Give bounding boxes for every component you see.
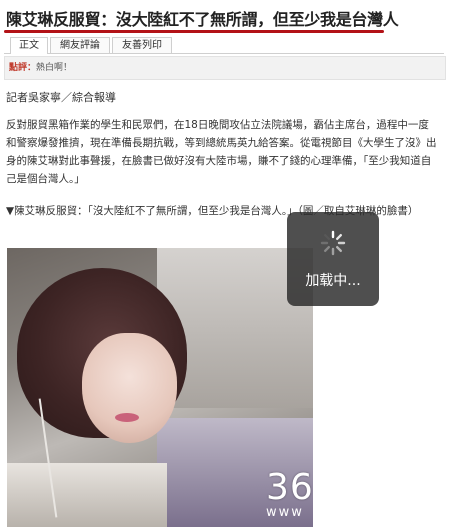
article-byline: 記者吳家寧／綜合報導 [6,91,116,104]
watermark-brand: 36 [266,467,314,508]
article-paragraph: 反對服貿黑箱作業的學生和民眾們，在18日晚間攻佔立法院議場，霸佔主席台，過程中一… [6,119,437,185]
headline-underline [4,30,384,33]
photo-face [82,333,177,443]
tab-main-text[interactable]: 正文 [10,37,48,54]
hot-comment-bar: 點評：熱白啊！ [4,56,446,80]
article-headline: 陳艾琳反服貿：沒大陸紅不了無所謂，但至少我是台灣人 [6,10,399,29]
loading-overlay: 加载中... [287,212,379,306]
hot-comment-text: 熱白啊！ [36,63,73,73]
photo-desk [7,463,167,527]
watermark-url: www [266,505,304,520]
tab-print[interactable]: 友善列印 [112,37,172,53]
tab-comments[interactable]: 網友評論 [50,37,110,53]
photo-lips [115,413,139,422]
loading-spinner-icon [320,230,346,256]
article-tabbar: 正文 網友評論 友善列印 [4,37,444,54]
hot-comment-tag: 點評： [9,63,37,73]
loading-text: 加载中... [305,273,361,289]
